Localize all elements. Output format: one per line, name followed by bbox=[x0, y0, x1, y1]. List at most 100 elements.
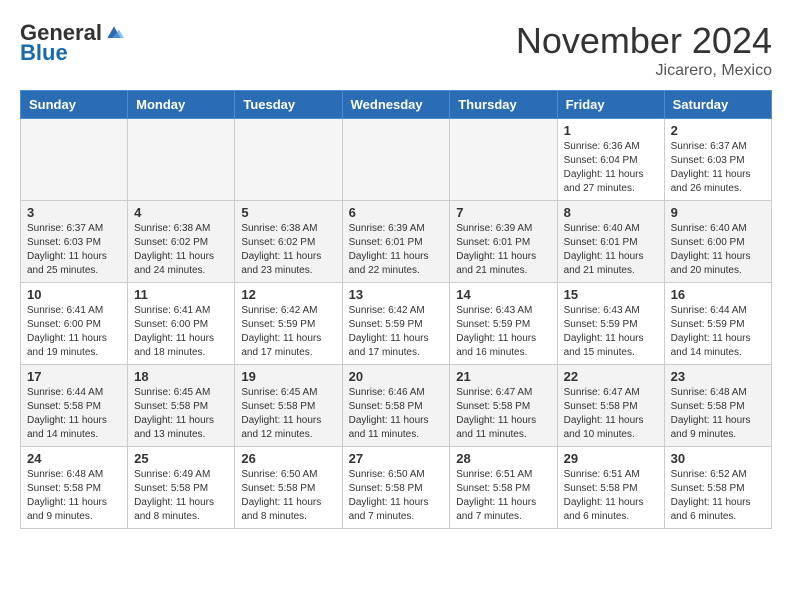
day-number: 11 bbox=[134, 287, 228, 302]
day-number: 5 bbox=[241, 205, 335, 220]
day-info: Sunrise: 6:51 AMSunset: 5:58 PMDaylight:… bbox=[564, 468, 658, 524]
day-number: 25 bbox=[134, 451, 228, 466]
table-cell: 9 Sunrise: 6:40 AMSunset: 6:00 PMDaylight… bbox=[664, 201, 771, 283]
calendar: Sunday Monday Tuesday Wednesday Thursday… bbox=[20, 90, 772, 529]
day-info: Sunrise: 6:45 AMSunset: 5:58 PMDaylight:… bbox=[241, 386, 335, 442]
col-tuesday: Tuesday bbox=[235, 91, 342, 119]
col-friday: Friday bbox=[557, 91, 664, 119]
logo: General Blue bbox=[20, 20, 124, 66]
table-cell bbox=[450, 119, 557, 201]
calendar-header-row: Sunday Monday Tuesday Wednesday Thursday… bbox=[21, 91, 772, 119]
table-cell: 23 Sunrise: 6:48 AMSunset: 5:58 PMDayligh… bbox=[664, 365, 771, 447]
location: Jicarero, Mexico bbox=[516, 62, 772, 80]
day-number: 18 bbox=[134, 369, 228, 384]
day-number: 13 bbox=[349, 287, 444, 302]
day-number: 24 bbox=[27, 451, 121, 466]
table-cell: 11 Sunrise: 6:41 AMSunset: 6:00 PMDayligh… bbox=[128, 283, 235, 365]
day-info: Sunrise: 6:37 AMSunset: 6:03 PMDaylight:… bbox=[27, 222, 121, 278]
col-saturday: Saturday bbox=[664, 91, 771, 119]
table-cell: 30 Sunrise: 6:52 AMSunset: 5:58 PMDayligh… bbox=[664, 447, 771, 529]
day-info: Sunrise: 6:44 AMSunset: 5:58 PMDaylight:… bbox=[27, 386, 121, 442]
table-cell: 19 Sunrise: 6:45 AMSunset: 5:58 PMDayligh… bbox=[235, 365, 342, 447]
day-info: Sunrise: 6:40 AMSunset: 6:01 PMDaylight:… bbox=[564, 222, 658, 278]
day-info: Sunrise: 6:38 AMSunset: 6:02 PMDaylight:… bbox=[241, 222, 335, 278]
table-cell bbox=[342, 119, 450, 201]
day-number: 2 bbox=[671, 123, 765, 138]
day-info: Sunrise: 6:52 AMSunset: 5:58 PMDaylight:… bbox=[671, 468, 765, 524]
calendar-week-3: 10 Sunrise: 6:41 AMSunset: 6:00 PMDayligh… bbox=[21, 283, 772, 365]
day-info: Sunrise: 6:38 AMSunset: 6:02 PMDaylight:… bbox=[134, 222, 228, 278]
table-cell: 2 Sunrise: 6:37 AMSunset: 6:03 PMDaylight… bbox=[664, 119, 771, 201]
col-thursday: Thursday bbox=[450, 91, 557, 119]
day-info: Sunrise: 6:41 AMSunset: 6:00 PMDaylight:… bbox=[134, 304, 228, 360]
title-section: November 2024 Jicarero, Mexico bbox=[516, 20, 772, 80]
day-number: 30 bbox=[671, 451, 765, 466]
col-wednesday: Wednesday bbox=[342, 91, 450, 119]
table-cell: 24 Sunrise: 6:48 AMSunset: 5:58 PMDayligh… bbox=[21, 447, 128, 529]
day-info: Sunrise: 6:49 AMSunset: 5:58 PMDaylight:… bbox=[134, 468, 228, 524]
day-info: Sunrise: 6:47 AMSunset: 5:58 PMDaylight:… bbox=[564, 386, 658, 442]
day-number: 14 bbox=[456, 287, 550, 302]
day-info: Sunrise: 6:39 AMSunset: 6:01 PMDaylight:… bbox=[456, 222, 550, 278]
day-info: Sunrise: 6:43 AMSunset: 5:59 PMDaylight:… bbox=[456, 304, 550, 360]
day-number: 23 bbox=[671, 369, 765, 384]
day-info: Sunrise: 6:48 AMSunset: 5:58 PMDaylight:… bbox=[671, 386, 765, 442]
table-cell: 21Sunrise: 6:47 AMSunset: 5:58 PMDayligh… bbox=[450, 365, 557, 447]
table-cell: 10 Sunrise: 6:41 AMSunset: 6:00 PMDayligh… bbox=[21, 283, 128, 365]
day-info: Sunrise: 6:41 AMSunset: 6:00 PMDaylight:… bbox=[27, 304, 121, 360]
table-cell: 5 Sunrise: 6:38 AMSunset: 6:02 PMDaylight… bbox=[235, 201, 342, 283]
day-number: 27 bbox=[349, 451, 444, 466]
table-cell: 17 Sunrise: 6:44 AMSunset: 5:58 PMDayligh… bbox=[21, 365, 128, 447]
day-number: 16 bbox=[671, 287, 765, 302]
day-number: 17 bbox=[27, 369, 121, 384]
table-cell: 7 Sunrise: 6:39 AMSunset: 6:01 PMDaylight… bbox=[450, 201, 557, 283]
logo-blue: Blue bbox=[20, 40, 68, 66]
calendar-week-1: 1Sunrise: 6:36 AMSunset: 6:04 PMDaylight… bbox=[21, 119, 772, 201]
table-cell: 15Sunrise: 6:43 AMSunset: 5:59 PMDayligh… bbox=[557, 283, 664, 365]
day-number: 19 bbox=[241, 369, 335, 384]
day-number: 22 bbox=[564, 369, 658, 384]
table-cell bbox=[21, 119, 128, 201]
day-number: 1 bbox=[564, 123, 658, 138]
table-cell: 20Sunrise: 6:46 AMSunset: 5:58 PMDayligh… bbox=[342, 365, 450, 447]
table-cell bbox=[235, 119, 342, 201]
day-info: Sunrise: 6:37 AMSunset: 6:03 PMDaylight:… bbox=[671, 140, 765, 196]
day-info: Sunrise: 6:50 AMSunset: 5:58 PMDaylight:… bbox=[349, 468, 444, 524]
logo-icon bbox=[104, 23, 124, 43]
day-info: Sunrise: 6:40 AMSunset: 6:00 PMDaylight:… bbox=[671, 222, 765, 278]
day-number: 28 bbox=[456, 451, 550, 466]
day-number: 9 bbox=[671, 205, 765, 220]
table-cell: 4 Sunrise: 6:38 AMSunset: 6:02 PMDaylight… bbox=[128, 201, 235, 283]
col-sunday: Sunday bbox=[21, 91, 128, 119]
table-cell: 16 Sunrise: 6:44 AMSunset: 5:59 PMDayligh… bbox=[664, 283, 771, 365]
day-number: 12 bbox=[241, 287, 335, 302]
table-cell: 29 Sunrise: 6:51 AMSunset: 5:58 PMDayligh… bbox=[557, 447, 664, 529]
table-cell: 25 Sunrise: 6:49 AMSunset: 5:58 PMDayligh… bbox=[128, 447, 235, 529]
table-cell: 28Sunrise: 6:51 AMSunset: 5:58 PMDayligh… bbox=[450, 447, 557, 529]
day-number: 7 bbox=[456, 205, 550, 220]
page-header: General Blue November 2024 Jicarero, Mex… bbox=[20, 20, 772, 80]
col-monday: Monday bbox=[128, 91, 235, 119]
table-cell: 13 Sunrise: 6:42 AMSunset: 5:59 PMDayligh… bbox=[342, 283, 450, 365]
day-info: Sunrise: 6:44 AMSunset: 5:59 PMDaylight:… bbox=[671, 304, 765, 360]
calendar-week-4: 17 Sunrise: 6:44 AMSunset: 5:58 PMDayligh… bbox=[21, 365, 772, 447]
table-cell: 3 Sunrise: 6:37 AMSunset: 6:03 PMDaylight… bbox=[21, 201, 128, 283]
day-number: 21 bbox=[456, 369, 550, 384]
day-info: Sunrise: 6:42 AMSunset: 5:59 PMDaylight:… bbox=[241, 304, 335, 360]
day-number: 15 bbox=[564, 287, 658, 302]
day-number: 10 bbox=[27, 287, 121, 302]
day-number: 29 bbox=[564, 451, 658, 466]
table-cell bbox=[128, 119, 235, 201]
day-info: Sunrise: 6:42 AMSunset: 5:59 PMDaylight:… bbox=[349, 304, 444, 360]
day-number: 26 bbox=[241, 451, 335, 466]
day-number: 3 bbox=[27, 205, 121, 220]
table-cell: 12 Sunrise: 6:42 AMSunset: 5:59 PMDayligh… bbox=[235, 283, 342, 365]
table-cell: 26Sunrise: 6:50 AMSunset: 5:58 PMDayligh… bbox=[235, 447, 342, 529]
day-number: 4 bbox=[134, 205, 228, 220]
table-cell: 18Sunrise: 6:45 AMSunset: 5:58 PMDayligh… bbox=[128, 365, 235, 447]
table-cell: 22 Sunrise: 6:47 AMSunset: 5:58 PMDayligh… bbox=[557, 365, 664, 447]
table-cell: 8Sunrise: 6:40 AMSunset: 6:01 PMDaylight… bbox=[557, 201, 664, 283]
table-cell: 14 Sunrise: 6:43 AMSunset: 5:59 PMDayligh… bbox=[450, 283, 557, 365]
day-info: Sunrise: 6:48 AMSunset: 5:58 PMDaylight:… bbox=[27, 468, 121, 524]
day-info: Sunrise: 6:39 AMSunset: 6:01 PMDaylight:… bbox=[349, 222, 444, 278]
